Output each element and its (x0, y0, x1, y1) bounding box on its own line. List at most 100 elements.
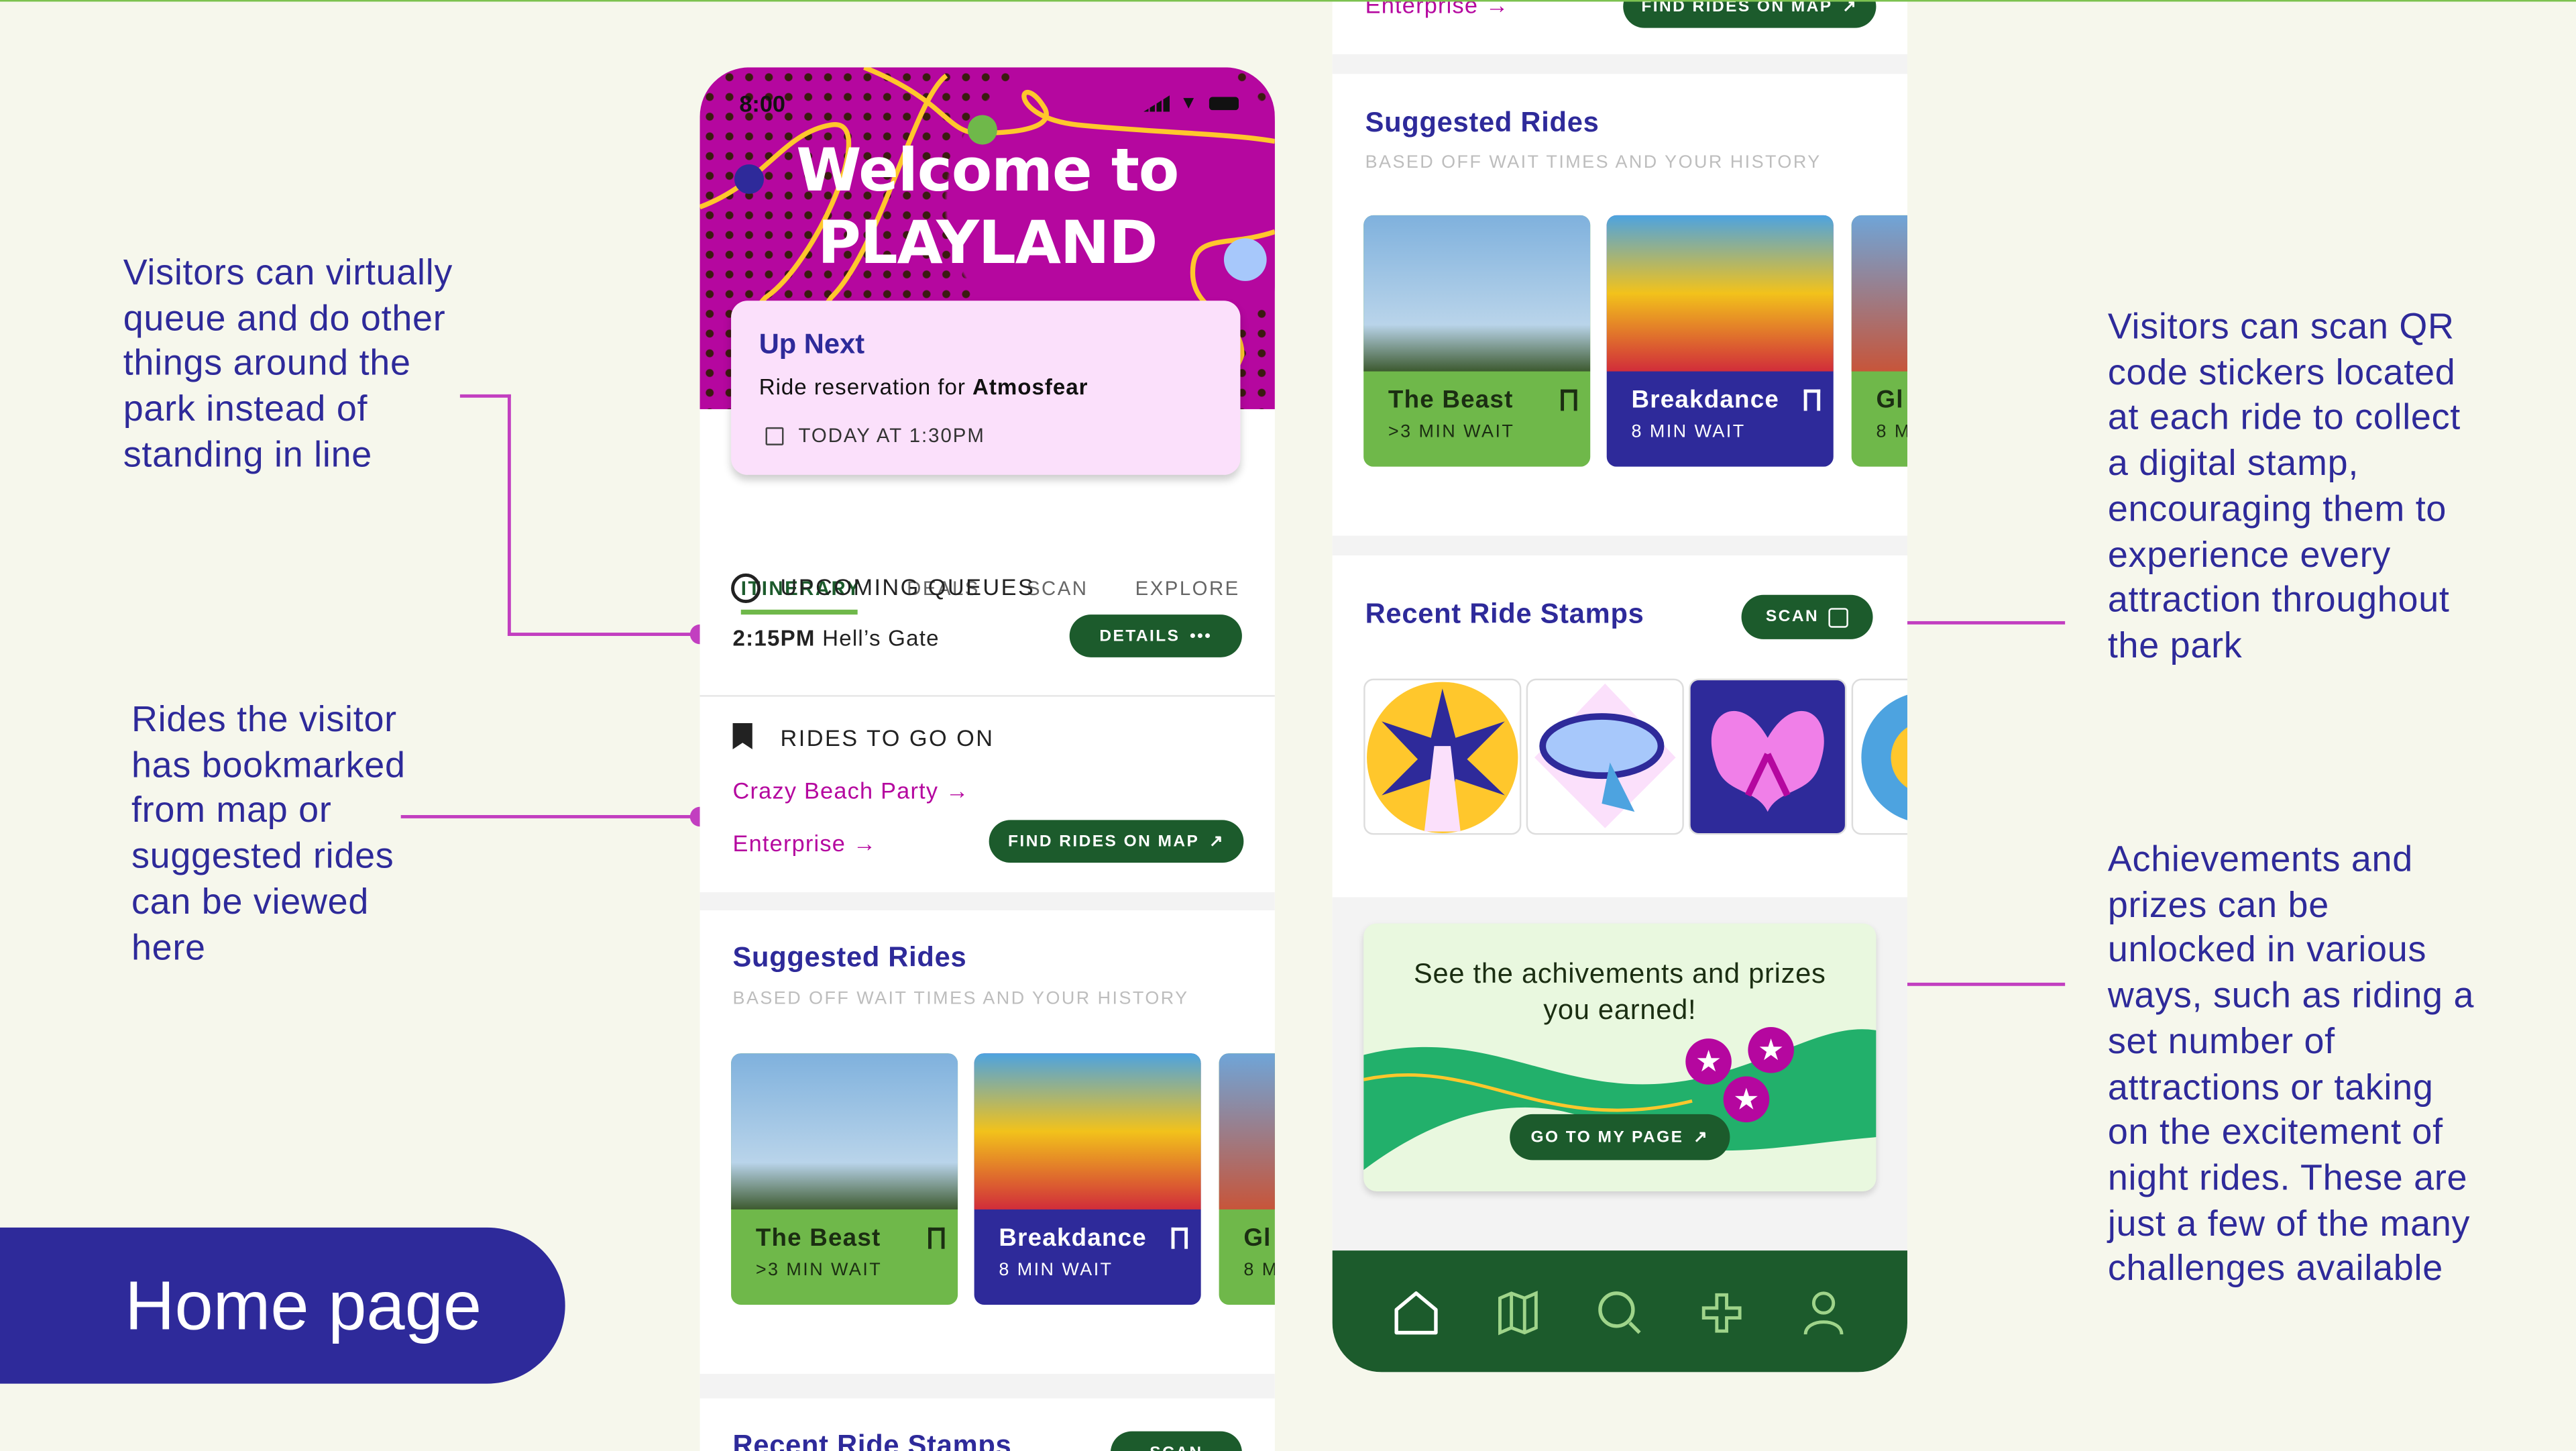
section-gap (1332, 54, 1907, 74)
home-icon[interactable] (1392, 1288, 1441, 1337)
bookmark-icon (732, 722, 752, 750)
status-time: 8:00 (739, 90, 785, 117)
scan-button-label: SCAN (1150, 1444, 1202, 1451)
connector (459, 394, 511, 398)
achievements-text: See the achivements and prizes you earne… (1413, 958, 1826, 1026)
find-rides-on-map-button[interactable]: FIND RIDES ON MAP ↗ (1623, 1, 1877, 28)
bookmark-icon[interactable] (1561, 389, 1577, 411)
gamepad-icon[interactable] (1697, 1288, 1746, 1337)
details-button[interactable]: DETAILS ••• (1069, 614, 1242, 657)
calendar-icon (765, 427, 784, 445)
stamp-3[interactable] (1689, 678, 1847, 835)
suggested-rides-heading: Suggested Rides (732, 941, 967, 973)
ride-photo (1851, 215, 1907, 372)
achievements-card[interactable]: ★ ★ ★ See the achivements and prizes you… (1363, 923, 1877, 1191)
wifi-icon: ▼ (1179, 93, 1198, 114)
suggested-rides-subtitle: BASED OFF WAIT TIMES AND YOUR HISTORY (732, 989, 1189, 1010)
phone-home-screen-scrolled: Enterprise → FIND RIDES ON MAP ↗ Suggeste… (1332, 0, 1907, 1373)
find-rides-button-label: FIND RIDES ON MAP (1008, 832, 1200, 851)
stamp-4[interactable] (1851, 678, 1907, 835)
external-arrow-icon: ↗ (1693, 1128, 1710, 1146)
ride-card-partial[interactable]: Gl 8 M (1851, 215, 1907, 467)
butterfly-stamp-icon (1711, 710, 1824, 812)
ride-wait-time: >3 MIN WAIT (1388, 422, 1515, 442)
bottom-nav (1332, 1250, 1907, 1373)
up-next-title: Up Next (759, 328, 865, 360)
ride-card-breakdance[interactable]: Breakdance 8 MIN WAIT (1606, 215, 1834, 467)
connector (400, 815, 700, 818)
ride-card-breakdance[interactable]: Breakdance 8 MIN WAIT (974, 1053, 1201, 1305)
bookmark-icon[interactable] (1803, 389, 1821, 411)
recent-stamps-heading: Recent Ride Stamps (1365, 598, 1644, 630)
hero-title: Welcome to PLAYLAND (700, 136, 1275, 281)
connector (507, 394, 511, 636)
stamp-2[interactable] (1526, 678, 1684, 835)
ride-photo (1219, 1053, 1275, 1210)
scan-button[interactable]: SCAN (1110, 1431, 1242, 1451)
profile-icon[interactable] (1799, 1288, 1848, 1337)
canvas: Visitors can virtually queue and do othe… (0, 0, 2576, 1451)
ride-photo (974, 1053, 1201, 1210)
ride-card-the-beast[interactable]: The Beast >3 MIN WAIT (731, 1053, 958, 1305)
scan-frame-icon (1828, 607, 1849, 627)
ride-card-the-beast[interactable]: The Beast >3 MIN WAIT (1363, 215, 1591, 467)
ride-photo (731, 1053, 958, 1210)
section-gap (699, 1373, 1275, 1399)
ride-link-label: Enterprise (1365, 0, 1479, 18)
map-icon[interactable] (1494, 1288, 1543, 1337)
battery-icon (1209, 97, 1239, 111)
ride-link-crazy-beach-party[interactable]: Crazy Beach Party → (733, 777, 970, 804)
go-to-my-page-label: GO TO MY PAGE (1530, 1128, 1684, 1146)
section-gap (1332, 535, 1907, 555)
queue-ride-name: Hell’s Gate (822, 626, 940, 651)
scan-button[interactable]: SCAN (1741, 594, 1873, 639)
svg-text:★: ★ (1758, 1034, 1785, 1067)
ride-name: Gl (1243, 1224, 1272, 1252)
up-next-card[interactable]: Up Next Ride reservation for Atmosfear T… (731, 301, 1241, 475)
tab-explore[interactable]: EXPLORE (1135, 577, 1240, 600)
bookmark-icon[interactable] (1171, 1227, 1188, 1249)
ride-photo (1363, 215, 1591, 372)
signal-icon (1143, 95, 1170, 112)
star-tower-stamp-icon (1367, 682, 1518, 833)
status-icons: ▼ (1143, 93, 1242, 115)
ride-name: Gl (1876, 386, 1904, 415)
section-gap (699, 892, 1275, 911)
ride-wait-time: 8 MIN WAIT (1631, 422, 1746, 442)
ride-name: The Beast (755, 1224, 881, 1252)
more-icon: ••• (1190, 627, 1213, 645)
details-button-label: DETAILS (1099, 627, 1180, 645)
up-next-text: Ride reservation for Atmosfear (759, 375, 1088, 400)
ride-link-label: Crazy Beach Party (732, 777, 939, 804)
tab-scan[interactable]: SCAN (1027, 577, 1088, 600)
connector (1892, 621, 2066, 625)
tab-active-indicator (740, 609, 858, 615)
arrow-right-icon: → (1485, 0, 1510, 18)
suggested-rides-subtitle: BASED OFF WAIT TIMES AND YOUR HISTORY (1365, 152, 1822, 173)
ride-wait-time: 8 MIN WAIT (999, 1260, 1113, 1281)
ride-name: Breakdance (999, 1224, 1147, 1252)
page-label: Home page (0, 1227, 565, 1384)
upcoming-queues-heading: UPCOMING QUEUES (780, 573, 1035, 600)
annotation-virtual-queue: Visitors can virtually queue and do othe… (123, 251, 453, 475)
ride-link-enterprise[interactable]: Enterprise → (1365, 0, 1510, 18)
ride-wait-time: 8 M (1243, 1260, 1275, 1281)
ride-link-enterprise[interactable]: Enterprise → (733, 830, 877, 856)
svg-text:★: ★ (1733, 1083, 1760, 1116)
stamp-1[interactable] (1363, 678, 1522, 835)
hero-title-line-2: PLAYLAND (818, 210, 1158, 278)
ride-name: Breakdance (1631, 386, 1780, 415)
find-rides-on-map-button[interactable]: FIND RIDES ON MAP ↗ (989, 820, 1244, 863)
search-icon[interactable] (1595, 1288, 1644, 1337)
arrow-right-icon: → (852, 830, 877, 857)
circle-stamp-icon (1861, 694, 1907, 820)
go-to-my-page-button[interactable]: GO TO MY PAGE ↗ (1510, 1114, 1730, 1161)
bookmark-icon[interactable] (928, 1227, 945, 1249)
rides-to-go-heading: RIDES TO GO ON (780, 724, 995, 751)
divider (699, 695, 1275, 697)
clock-icon (731, 573, 761, 604)
ride-link-label: Enterprise (732, 830, 846, 857)
queue-item: 2:15PM Hell’s Gate (733, 626, 940, 651)
ride-card-partial[interactable]: Gl 8 M (1219, 1053, 1275, 1305)
annotation-achievements: Achievements and prizes can be unlocked … (2107, 838, 2475, 1289)
